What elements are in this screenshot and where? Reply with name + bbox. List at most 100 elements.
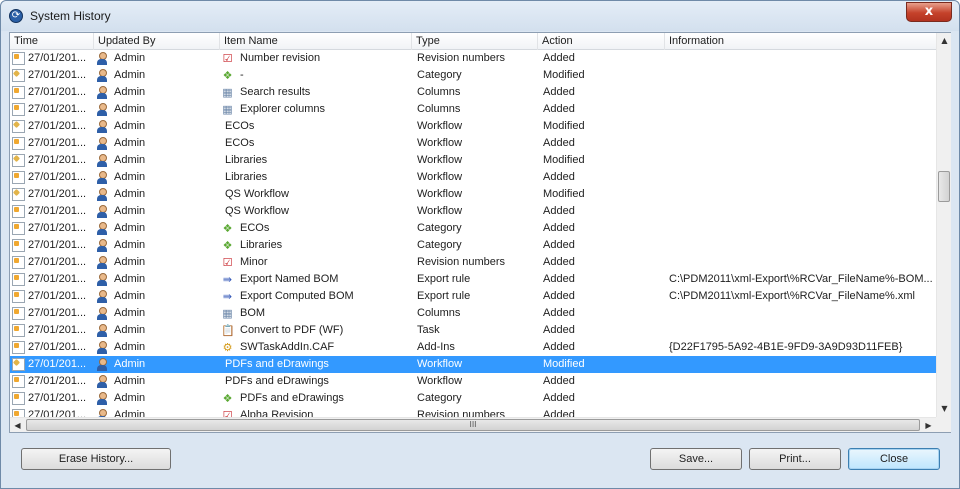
cell-action: Modified	[543, 69, 585, 81]
cell-item-name: SWTaskAddIn.CAF	[240, 341, 335, 353]
revision-icon: ☑	[222, 52, 233, 65]
erase-history-button[interactable]: Erase History...	[21, 448, 171, 470]
added-entry-icon	[12, 222, 25, 235]
table-row[interactable]: 27/01/201... Admin ⚙ SWTaskAddIn.CAF Add-Ins…	[10, 339, 936, 356]
table-row[interactable]: 27/01/201... Admin QS Workflow Workflow Modi…	[10, 186, 936, 203]
user-icon	[96, 290, 109, 303]
table-row[interactable]: 27/01/201... Admin PDFs and eDrawings Workf…	[10, 373, 936, 390]
table-row[interactable]: 27/01/201... Admin ▦ Explorer columns Column…	[10, 101, 936, 118]
cell-type: Workflow	[417, 120, 463, 132]
table-row[interactable]: 27/01/201... Admin ❖ Libraries Category Added	[10, 237, 936, 254]
column-header-updated-by[interactable]: Updated By	[94, 33, 220, 50]
user-icon	[96, 188, 109, 201]
horizontal-scroll-thumb[interactable]: III	[26, 419, 920, 431]
cell-action: Added	[543, 103, 575, 115]
columns-icon: ▦	[222, 86, 233, 99]
cell-updated-by: Admin	[114, 171, 146, 183]
scroll-left-arrow-icon[interactable]: ◀	[10, 418, 25, 433]
user-icon	[96, 409, 109, 417]
cell-information	[669, 169, 935, 186]
table-row[interactable]: 27/01/201... Admin ⇛ Export Named BOM Export…	[10, 271, 936, 288]
vertical-scroll-thumb[interactable]	[938, 171, 950, 202]
cell-type: Export rule	[417, 290, 471, 302]
table-row[interactable]: 27/01/201... Admin ECOs Workflow Added	[10, 135, 936, 152]
cell-information	[669, 254, 935, 271]
cell-time: 27/01/201...	[28, 307, 87, 319]
revision-icon: ☑	[222, 409, 233, 417]
table-row[interactable]: 27/01/201... Admin QS Workflow Workflow Adde…	[10, 203, 936, 220]
added-entry-icon	[12, 205, 25, 218]
cell-information	[669, 220, 935, 237]
category-icon: ❖	[222, 392, 233, 405]
column-header-information[interactable]: Information	[665, 33, 936, 50]
cell-time: 27/01/201...	[28, 256, 87, 268]
cell-item-name: Search results	[240, 86, 311, 98]
cell-updated-by: Admin	[114, 375, 146, 387]
user-icon	[96, 103, 109, 116]
table-row[interactable]: 27/01/201... Admin ☑ Minor Revision numbers A…	[10, 254, 936, 271]
modified-entry-icon	[12, 120, 25, 133]
scroll-up-arrow-icon[interactable]: ▲	[937, 33, 952, 48]
cell-information	[669, 118, 935, 135]
close-window-button[interactable]: x	[906, 2, 952, 22]
cell-updated-by: Admin	[114, 222, 146, 234]
table-row[interactable]: 27/01/201... Admin ▦ BOM Columns Added	[10, 305, 936, 322]
table-row[interactable]: 27/01/201... Admin ⇛ Export Computed BOM Exp…	[10, 288, 936, 305]
print-button[interactable]: Print...	[749, 448, 841, 470]
table-row[interactable]: 27/01/201... Admin ❖ PDFs and eDrawings Cate…	[10, 390, 936, 407]
horizontal-scrollbar[interactable]: ◀ III ▶	[10, 417, 936, 432]
column-header-type[interactable]: Type	[412, 33, 538, 50]
cell-item-name: PDFs and eDrawings	[225, 375, 329, 387]
cell-time: 27/01/201...	[28, 154, 87, 166]
table-row[interactable]: 27/01/201... Admin ☑ Alpha Revision Revision…	[10, 407, 936, 417]
cell-action: Modified	[543, 358, 585, 370]
save-button[interactable]: Save...	[650, 448, 742, 470]
cell-information: {D22F1795-5A92-4B1E-9FD9-3A9D93D11FEB}	[669, 341, 903, 353]
cell-action: Added	[543, 375, 575, 387]
table-row[interactable]: 27/01/201... Admin ❖ - Category Modified	[10, 67, 936, 84]
table-row[interactable]: 27/01/201... Admin ▦ Search results Columns A…	[10, 84, 936, 101]
table-row[interactable]: 27/01/201... Admin 📋 Convert to PDF (WF) Tas…	[10, 322, 936, 339]
user-icon	[96, 307, 109, 320]
history-list[interactable]: Time Updated By Item Name Type Action In…	[9, 32, 951, 433]
close-button[interactable]: Close	[848, 448, 940, 470]
cell-action: Added	[543, 86, 575, 98]
cell-item-name: Minor	[240, 256, 268, 268]
cell-updated-by: Admin	[114, 256, 146, 268]
column-header-action[interactable]: Action	[538, 33, 665, 50]
added-entry-icon	[12, 290, 25, 303]
added-entry-icon	[12, 256, 25, 269]
cell-updated-by: Admin	[114, 239, 146, 251]
user-icon	[96, 324, 109, 337]
cell-updated-by: Admin	[114, 137, 146, 149]
table-row[interactable]: 27/01/201... Admin ☑ Number revision Revisio…	[10, 50, 936, 67]
column-header-time[interactable]: Time	[10, 33, 94, 50]
cell-updated-by: Admin	[114, 358, 146, 370]
user-icon	[96, 137, 109, 150]
added-entry-icon	[12, 392, 25, 405]
cell-item-name: Alpha Revision	[240, 409, 314, 417]
added-entry-icon	[12, 86, 25, 99]
column-header-item-name[interactable]: Item Name	[220, 33, 412, 50]
modified-entry-icon	[12, 69, 25, 82]
user-icon	[96, 205, 109, 218]
user-icon	[96, 171, 109, 184]
table-row[interactable]: 27/01/201... Admin Libraries Workflow Modifi…	[10, 152, 936, 169]
table-row[interactable]: 27/01/201... Admin PDFs and eDrawings Workf…	[10, 356, 936, 373]
columns-icon: ▦	[222, 307, 233, 320]
table-row[interactable]: 27/01/201... Admin Libraries Workflow Added	[10, 169, 936, 186]
user-icon	[96, 52, 109, 65]
table-row[interactable]: 27/01/201... Admin ECOs Workflow Modified	[10, 118, 936, 135]
vertical-scrollbar[interactable]: ▲ ▼	[936, 33, 951, 417]
app-icon: ⟳	[9, 9, 23, 23]
cell-updated-by: Admin	[114, 154, 146, 166]
table-row[interactable]: 27/01/201... Admin ❖ ECOs Category Added	[10, 220, 936, 237]
title-bar[interactable]: ⟳ System History x	[1, 1, 959, 31]
user-icon	[96, 154, 109, 167]
scroll-right-arrow-icon[interactable]: ▶	[921, 418, 936, 433]
export-icon: ⇛	[222, 290, 233, 303]
cell-type: Workflow	[417, 375, 463, 387]
cell-action: Added	[543, 171, 575, 183]
added-entry-icon	[12, 307, 25, 320]
scroll-down-arrow-icon[interactable]: ▼	[937, 401, 952, 416]
